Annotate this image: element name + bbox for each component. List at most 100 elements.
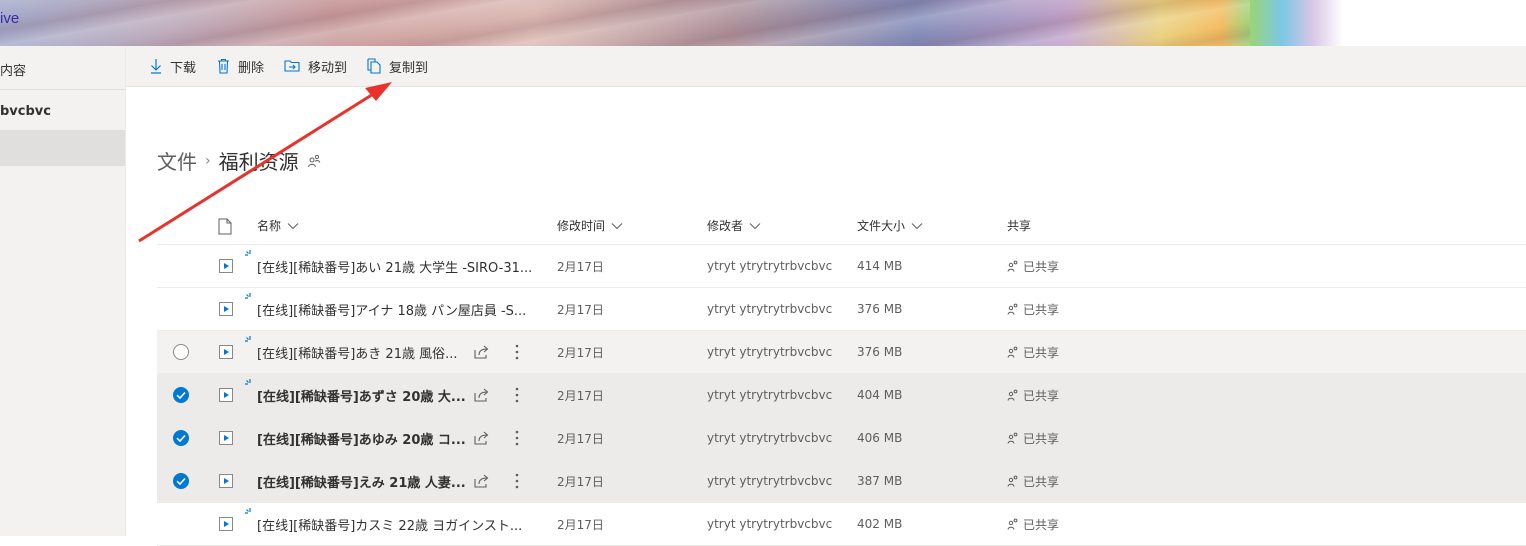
modified-date: 2月17日 (557, 345, 604, 360)
table-row[interactable]: [在线][稀缺番号]あき 21歳 風俗... 2月17日 ytryt ytrytry… (157, 331, 1526, 374)
share-button[interactable] (474, 374, 490, 416)
file-name-link[interactable]: [在线][稀缺番号]アイナ 18歳 パン屋店員 -S... (257, 300, 526, 319)
copy-icon (367, 58, 381, 74)
sharing-label: 已共享 (1023, 302, 1060, 317)
row-checked-icon[interactable] (173, 430, 189, 446)
breadcrumb-current: 福利资源 (218, 150, 299, 174)
more-options-button[interactable] (515, 417, 519, 459)
sharing-status[interactable]: 已共享 (1007, 245, 1059, 287)
column-sharing-label: 共享 (1007, 219, 1032, 233)
nav-item-selected[interactable] (0, 130, 125, 166)
move-to-label: 移动到 (308, 60, 348, 76)
new-item-icon (245, 508, 251, 514)
chevron-down-icon (287, 222, 299, 229)
modified-by[interactable]: ytryt ytrytrytrbvcbvc (707, 517, 832, 531)
share-button[interactable] (474, 331, 490, 373)
file-name-link[interactable]: [在线][稀缺番号]あゆみ 20歳 コ... (257, 429, 466, 448)
column-header-sharing[interactable]: 共享 (1007, 217, 1031, 234)
sharing-label: 已共享 (1023, 474, 1060, 489)
move-icon (284, 60, 300, 72)
share-icon (474, 474, 489, 488)
column-header-size[interactable]: 文件大小 (857, 217, 923, 234)
sharing-label: 已共享 (1023, 388, 1060, 403)
file-size: 414 MB (857, 259, 903, 273)
download-icon (151, 59, 161, 74)
share-icon (474, 388, 489, 402)
new-item-icon (245, 250, 251, 256)
command-bar: 下载 删除 移动到 复制到 (126, 46, 1526, 87)
nav-item-content[interactable]: 内容 (0, 60, 26, 79)
download-label: 下载 (170, 60, 197, 76)
header-banner-pattern (0, 0, 1250, 46)
row-checked-icon[interactable] (173, 387, 189, 403)
modified-by[interactable]: ytryt ytrytrytrbvcbvc (707, 388, 832, 402)
download-button[interactable]: 下载 (150, 46, 196, 86)
shared-people-icon[interactable] (307, 154, 321, 168)
sharing-status[interactable]: 已共享 (1007, 288, 1059, 330)
file-size: 376 MB (857, 302, 903, 316)
file-size: 406 MB (857, 431, 903, 445)
nav-divider (0, 89, 125, 90)
file-name-link[interactable]: [在线][稀缺番号]あい 21歳 大学生 -SIRO-31... (257, 257, 532, 276)
modified-by[interactable]: ytryt ytrytrytrbvcbvc (707, 302, 832, 316)
breadcrumb-root[interactable]: 文件 (157, 146, 197, 175)
sharing-status[interactable]: 已共享 (1007, 331, 1059, 373)
table-row[interactable]: [在线][稀缺番号]あずさ 20歳 大... 2月17日 ytryt ytrytry… (157, 374, 1526, 417)
row-checked-icon[interactable] (173, 473, 189, 489)
column-header-modified-by[interactable]: 修改者 (707, 217, 761, 234)
modified-by[interactable]: ytryt ytrytrytrbvcbvc (707, 345, 832, 359)
row-select-radio[interactable] (173, 344, 189, 360)
chevron-down-icon (911, 222, 923, 229)
chevron-down-icon (611, 222, 623, 229)
table-row[interactable]: [在线][稀缺番号]あゆみ 20歳 コ... 2月17日 ytryt ytrytry… (157, 417, 1526, 460)
sharing-status[interactable]: 已共享 (1007, 460, 1059, 502)
more-options-button[interactable] (515, 374, 519, 416)
file-name-link[interactable]: [在线][稀缺番号]カスミ 22歳 ヨガインスト... (257, 515, 522, 534)
video-file-icon (219, 302, 233, 316)
table-row[interactable]: [在线][稀缺番号]カスミ 22歳 ヨガインスト... 2月17日 ytryt yt… (157, 503, 1526, 546)
sharing-status[interactable]: 已共享 (1007, 374, 1059, 416)
chevron-down-icon (749, 222, 761, 229)
more-options-button[interactable] (515, 460, 519, 502)
table-row[interactable]: [在线][稀缺番号]えみ 21歳 人妻... 2月17日 ytryt ytrytry… (157, 460, 1526, 503)
table-row[interactable]: [在线][稀缺番号]アイナ 18歳 パン屋店員 -S... 2月17日 ytryt … (157, 288, 1526, 331)
file-size: 404 MB (857, 388, 903, 402)
more-vertical-icon (515, 473, 519, 489)
share-button[interactable] (474, 417, 490, 459)
file-type-icon[interactable] (218, 218, 232, 235)
video-file-icon (219, 431, 233, 445)
sharing-status[interactable]: 已共享 (1007, 503, 1059, 545)
modified-by[interactable]: ytryt ytrytrytrbvcbvc (707, 259, 832, 273)
file-name-link[interactable]: [在线][稀缺番号]あずさ 20歳 大... (257, 386, 466, 405)
shared-people-icon (1007, 389, 1018, 401)
file-name-link[interactable]: [在线][稀缺番号]えみ 21歳 人妻... (257, 472, 466, 491)
app-brand[interactable]: ive (0, 10, 19, 27)
file-name-link[interactable]: [在线][稀缺番号]あき 21歳 風俗... (257, 343, 458, 362)
copy-to-button[interactable]: 复制到 (367, 46, 428, 86)
modified-date: 2月17日 (557, 474, 604, 489)
move-to-button[interactable]: 移动到 (284, 46, 347, 86)
column-header-modified[interactable]: 修改时间 (557, 217, 623, 234)
shared-people-icon (1007, 260, 1018, 272)
more-vertical-icon (515, 387, 519, 403)
modified-by[interactable]: ytryt ytrytrytrbvcbvc (707, 431, 832, 445)
sharing-label: 已共享 (1023, 345, 1060, 360)
sharing-label: 已共享 (1023, 517, 1060, 532)
modified-date: 2月17日 (557, 388, 604, 403)
video-file-icon (219, 345, 233, 359)
column-header-name[interactable]: 名称 (257, 217, 299, 234)
delete-button[interactable]: 删除 (217, 46, 264, 86)
share-button[interactable] (474, 460, 490, 502)
sharing-label: 已共享 (1023, 431, 1060, 446)
column-modified-label: 修改时间 (557, 219, 606, 233)
modified-date: 2月17日 (557, 431, 604, 446)
table-row[interactable]: [在线][稀缺番号]あい 21歳 大学生 -SIRO-31... 2月17日 ytr… (157, 245, 1526, 288)
share-icon (474, 431, 489, 445)
column-size-label: 文件大小 (857, 219, 906, 233)
more-options-button[interactable] (515, 331, 519, 373)
more-vertical-icon (515, 430, 519, 446)
new-item-icon (245, 379, 251, 385)
modified-by[interactable]: ytryt ytrytrytrbvcbvc (707, 474, 832, 488)
sharing-status[interactable]: 已共享 (1007, 417, 1059, 459)
nav-item-user[interactable]: bvcbvc (0, 104, 51, 119)
